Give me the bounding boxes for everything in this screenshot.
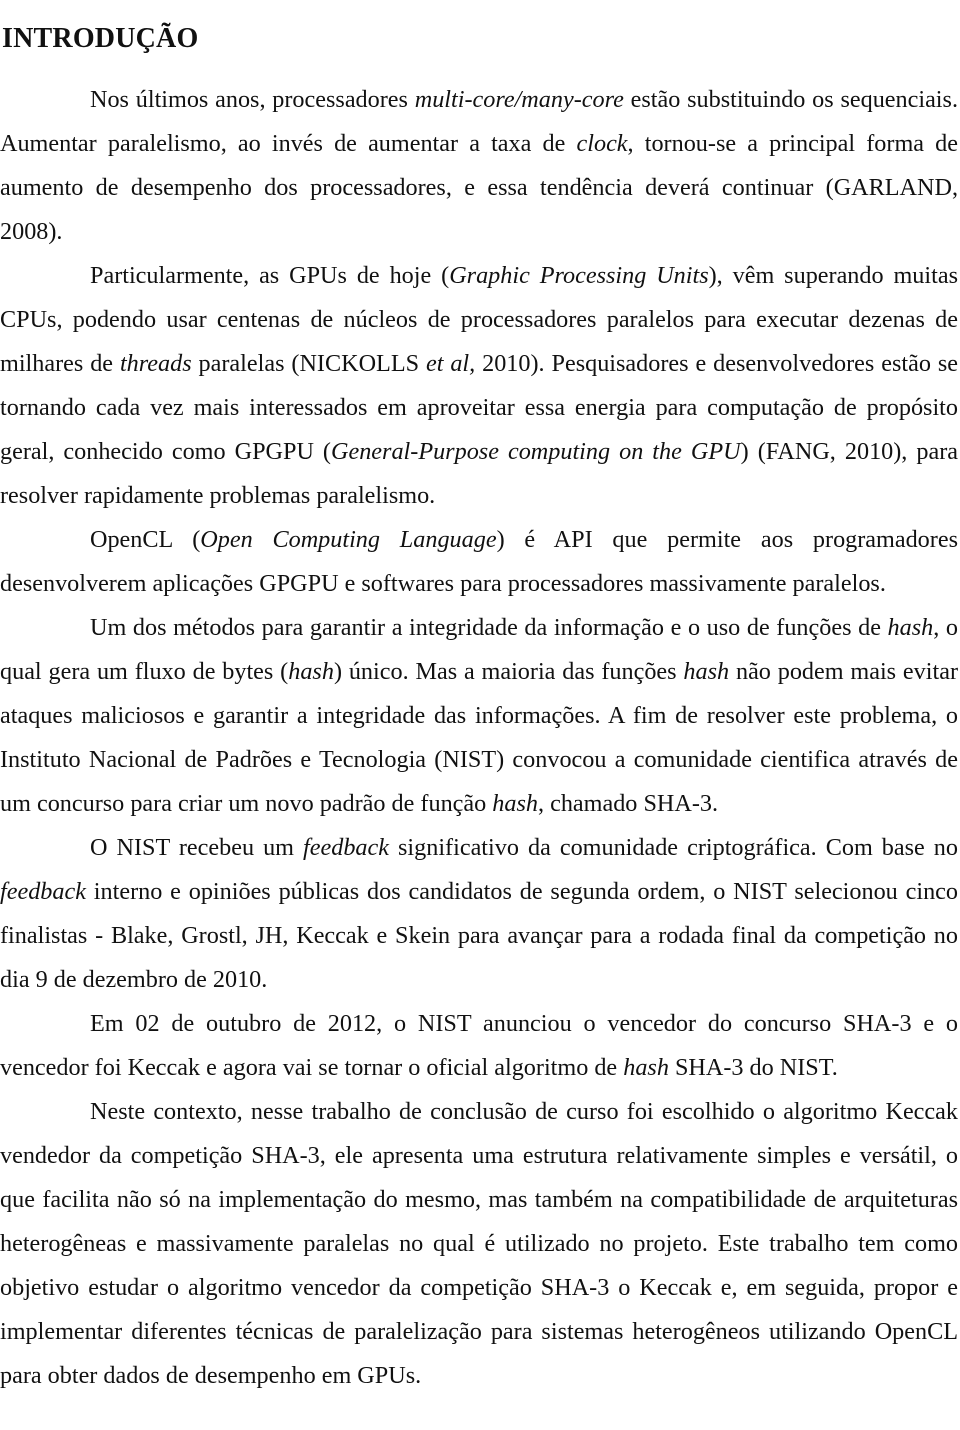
text-run: Particularmente, as GPUs de hoje (: [90, 262, 450, 289]
italic-run: hash: [288, 658, 334, 685]
body-paragraph: Neste contexto, nesse trabalho de conclu…: [0, 1090, 958, 1398]
body-paragraph: Particularmente, as GPUs de hoje (Graphi…: [0, 254, 958, 518]
body-paragraph: OpenCL (Open Computing Language) é API q…: [0, 518, 958, 606]
italic-run: feedback: [303, 834, 389, 861]
body-paragraph: Nos últimos anos, processadores multi-co…: [0, 78, 958, 254]
text-run: O NIST recebeu um: [90, 834, 304, 861]
text-run: ) único. Mas a maioria das funções: [333, 658, 684, 685]
document-page: INTRODUÇÃO Nos últimos anos, processador…: [0, 0, 960, 1430]
text-run: Um dos métodos para garantir a integrida…: [90, 614, 888, 641]
italic-run: et al,: [425, 350, 476, 377]
body-paragraph: Um dos métodos para garantir a integrida…: [0, 606, 958, 826]
italic-run: feedback: [0, 878, 86, 905]
italic-run: Open Computing Language: [200, 526, 497, 553]
italic-run: hash: [623, 1054, 669, 1081]
italic-run: hash: [683, 658, 730, 685]
italic-run: General-Purpose computing on the GPU: [331, 438, 741, 465]
italic-run: hash: [492, 790, 538, 817]
italic-run: hash: [887, 614, 934, 641]
text-run: OpenCL (: [90, 526, 201, 553]
document-body: Nos últimos anos, processadores multi-co…: [0, 78, 958, 1398]
italic-run: clock: [576, 130, 628, 157]
italic-run: multi-core/many-core: [414, 86, 624, 113]
text-run: paralelas (NICKOLLS: [191, 350, 426, 377]
body-paragraph: O NIST recebeu um feedback significativo…: [0, 826, 958, 1002]
text-run: Neste contexto, nesse trabalho de conclu…: [0, 1098, 958, 1389]
text-run: significativo da comunidade criptográfic…: [388, 834, 958, 861]
text-run: , chamado SHA-3.: [538, 790, 719, 817]
text-run: Nos últimos anos, processadores: [90, 86, 415, 113]
page-title: INTRODUÇÃO: [2, 22, 199, 54]
body-paragraph: Em 02 de outubro de 2012, o NIST anuncio…: [0, 1002, 958, 1090]
italic-run: threads: [119, 350, 192, 377]
text-run: SHA-3 do NIST.: [668, 1054, 838, 1081]
text-run: interno e opiniões públicas dos candidat…: [0, 878, 958, 993]
italic-run: Graphic Processing Units: [449, 262, 709, 289]
